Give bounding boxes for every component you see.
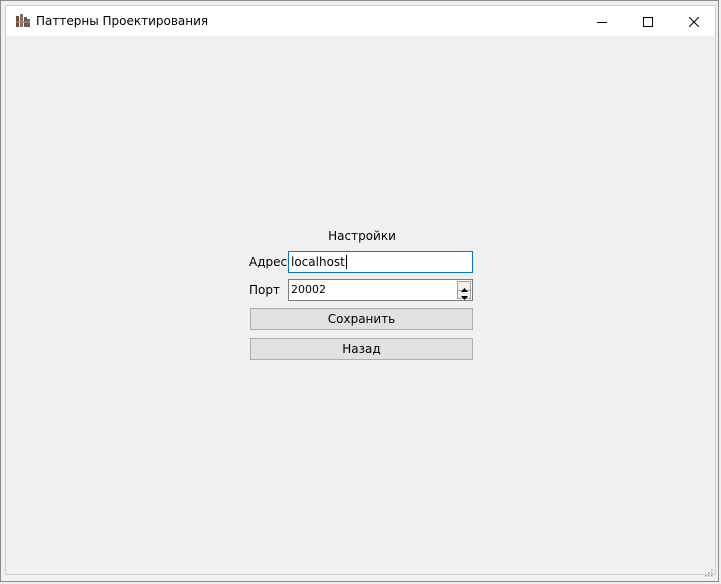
address-input[interactable]: localhost [288,251,473,273]
settings-heading: Настройки [328,229,396,243]
close-button[interactable] [671,6,717,36]
window-frame: Паттерны Проектирования Настройки Адрес … [5,5,716,577]
app-window: Паттерны Проектирования Настройки Адрес … [0,0,719,582]
window-title: Паттерны Проектирования [36,14,209,28]
maximize-button[interactable] [625,6,671,36]
minimize-icon [597,12,607,31]
close-icon [688,12,700,31]
app-icon [15,13,31,29]
minimize-button[interactable] [579,6,625,36]
port-label: Порт [249,283,280,297]
port-spinbox[interactable]: 20002 [288,279,473,301]
spin-buttons [457,281,471,300]
address-value: localhost [291,255,345,269]
title-bar[interactable]: Паттерны Проектирования [6,6,715,36]
address-label: Адрес [249,255,288,269]
save-button[interactable]: Сохранить [250,308,473,330]
resize-grip-icon[interactable] [703,562,713,577]
maximize-icon [643,12,653,31]
arrow-down-icon [460,285,468,304]
spin-down-button[interactable] [458,290,470,300]
port-value: 20002 [291,283,326,296]
back-button[interactable]: Назад [250,338,473,360]
